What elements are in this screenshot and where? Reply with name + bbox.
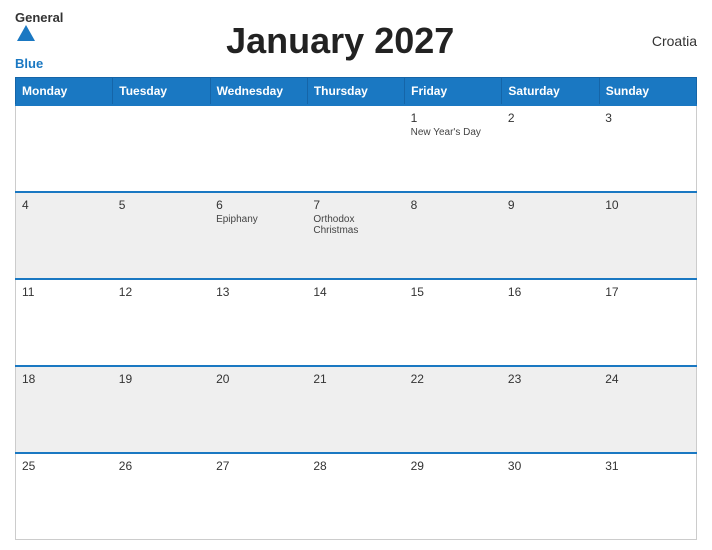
day-number: 6 [216,198,301,212]
calendar-cell: 10 [599,192,696,279]
day-number: 4 [22,198,107,212]
day-number: 31 [605,459,690,473]
calendar-cell: 27 [210,453,307,540]
calendar-cell: 18 [16,366,113,453]
calendar-title: January 2027 [63,20,617,62]
calendar-cell: 13 [210,279,307,366]
day-number: 15 [411,285,496,299]
day-number: 10 [605,198,690,212]
holiday-label: New Year's Day [411,127,496,138]
calendar-cell: 19 [113,366,210,453]
day-number: 2 [508,111,593,125]
logo: General Blue [15,10,63,71]
calendar-cell: 15 [405,279,502,366]
day-number: 24 [605,372,690,386]
holiday-label: Epiphany [216,214,301,225]
country-label: Croatia [617,33,697,49]
logo-blue-text: Blue [15,56,43,71]
calendar-week-row: 25 26 27 28 29 30 31 [16,453,697,540]
day-number: 30 [508,459,593,473]
calendar-cell: 22 [405,366,502,453]
calendar-cell: 14 [307,279,404,366]
day-number: 18 [22,372,107,386]
weekday-header-tuesday: Tuesday [113,78,210,106]
calendar-cell: 17 [599,279,696,366]
calendar-cell: 4 [16,192,113,279]
day-number: 26 [119,459,204,473]
day-number: 23 [508,372,593,386]
day-number: 11 [22,285,107,299]
calendar-table: MondayTuesdayWednesdayThursdayFridaySatu… [15,77,697,540]
calendar-cell: 23 [502,366,599,453]
calendar-cell [113,105,210,192]
day-number: 20 [216,372,301,386]
calendar-cell: 20 [210,366,307,453]
logo-general-text: General [15,10,63,25]
page: General Blue January 2027 Croatia Monday… [0,0,712,550]
calendar-cell: 5 [113,192,210,279]
calendar-cell: 25 [16,453,113,540]
calendar-cell: 31 [599,453,696,540]
calendar-cell [210,105,307,192]
calendar-cell: 16 [502,279,599,366]
calendar-cell [16,105,113,192]
logo-triangle-icon [17,25,35,41]
day-number: 19 [119,372,204,386]
day-number: 13 [216,285,301,299]
calendar-week-row: 18 19 20 21 22 23 24 [16,366,697,453]
day-number: 21 [313,372,398,386]
calendar-cell: 3 [599,105,696,192]
weekday-header-saturday: Saturday [502,78,599,106]
day-number: 12 [119,285,204,299]
calendar-cell: 7 Orthodox Christmas [307,192,404,279]
holiday-label: Orthodox Christmas [313,214,398,236]
day-number: 22 [411,372,496,386]
day-number: 3 [605,111,690,125]
weekday-header-sunday: Sunday [599,78,696,106]
day-number: 25 [22,459,107,473]
calendar-cell: 29 [405,453,502,540]
calendar-week-row: 11 12 13 14 15 16 17 [16,279,697,366]
day-number: 27 [216,459,301,473]
calendar-cell [307,105,404,192]
weekday-header-monday: Monday [16,78,113,106]
calendar-cell: 24 [599,366,696,453]
weekday-header-friday: Friday [405,78,502,106]
calendar-cell: 21 [307,366,404,453]
calendar-cell: 30 [502,453,599,540]
weekday-header-thursday: Thursday [307,78,404,106]
day-number: 28 [313,459,398,473]
calendar-cell: 11 [16,279,113,366]
day-number: 17 [605,285,690,299]
calendar-cell: 1 New Year's Day [405,105,502,192]
day-number: 8 [411,198,496,212]
day-number: 1 [411,111,496,125]
day-number: 9 [508,198,593,212]
day-number: 7 [313,198,398,212]
calendar-cell: 28 [307,453,404,540]
calendar-cell: 12 [113,279,210,366]
weekday-header-row: MondayTuesdayWednesdayThursdayFridaySatu… [16,78,697,106]
calendar-cell: 26 [113,453,210,540]
calendar-cell: 8 [405,192,502,279]
calendar-cell: 2 [502,105,599,192]
day-number: 29 [411,459,496,473]
day-number: 16 [508,285,593,299]
header: General Blue January 2027 Croatia [15,10,697,71]
calendar-week-row: 456 Epiphany 7 Orthodox Christmas 89 10 [16,192,697,279]
weekday-header-wednesday: Wednesday [210,78,307,106]
day-number: 5 [119,198,204,212]
calendar-cell: 6 Epiphany [210,192,307,279]
day-number: 14 [313,285,398,299]
calendar-week-row: 1 New Year's Day 23 [16,105,697,192]
calendar-cell: 9 [502,192,599,279]
